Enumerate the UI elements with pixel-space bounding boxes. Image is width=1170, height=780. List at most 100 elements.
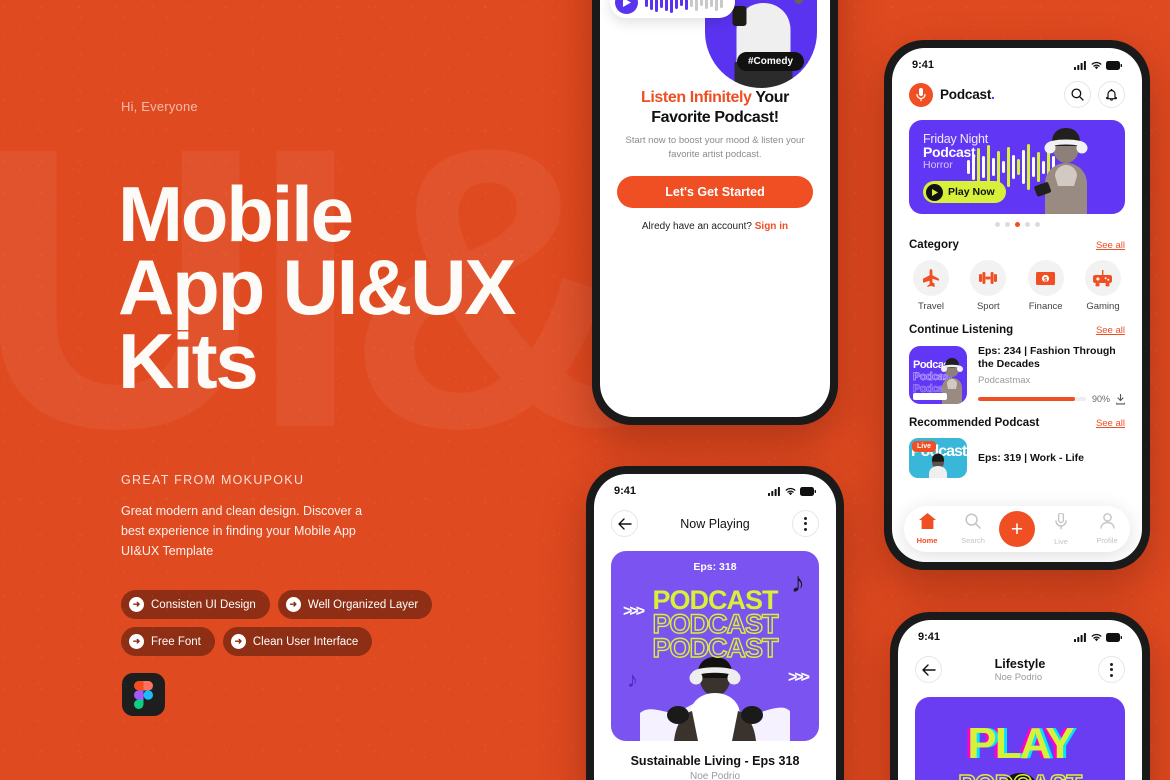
home-screen: 9:41 Podcast. Friday Night Podcast Horro… [892, 48, 1142, 562]
phone-detail: 9:41 Lifestyle Noe Podrio PLAY PODCAST [890, 612, 1150, 780]
artwork-word-outline: PODCAST [652, 632, 779, 663]
back-button[interactable] [611, 510, 638, 537]
tab-home[interactable]: Home [907, 513, 947, 545]
arrow-right-icon: ➜ [129, 597, 144, 612]
category-item-finance[interactable]: $ Finance [1024, 260, 1068, 312]
category-label: Travel [917, 301, 945, 312]
now-playing-title: Now Playing [680, 516, 750, 531]
detail-header-text: Lifestyle Noe Podrio [995, 657, 1046, 683]
person-illustration [1034, 128, 1088, 214]
arrow-right-icon: ➜ [129, 634, 144, 649]
episode-title: Sustainable Living - Eps 318 [630, 754, 800, 768]
more-options-button[interactable] [791, 510, 819, 537]
kicker-text: GREAT FROM MOKUPOKU [121, 473, 305, 487]
recommended-section-header: Recommended Podcast See all [892, 417, 1142, 429]
brand-name: Podcast. [940, 87, 995, 102]
back-button[interactable] [915, 656, 942, 683]
carousel-dot[interactable] [994, 222, 1000, 227]
status-time: 9:41 [614, 485, 637, 497]
play-now-button[interactable]: Play Now [923, 181, 1006, 203]
status-time: 9:41 [912, 59, 935, 71]
category-label: Sport [976, 301, 1000, 312]
bell-icon[interactable] [1098, 81, 1125, 108]
figma-icon[interactable] [122, 673, 165, 716]
sign-in-link[interactable]: Sign in [755, 221, 788, 232]
home-actions [1064, 81, 1125, 108]
feature-tag[interactable]: ➜ Free Font [121, 627, 215, 656]
home-header: Podcast. [892, 75, 1142, 108]
progress-row: 90% [978, 393, 1125, 405]
continue-item-info: Eps: 234 | Fashion Through the Decades P… [978, 345, 1125, 405]
continue-title: Continue Listening [909, 324, 1014, 336]
feature-tag[interactable]: ➜ Well Organized Layer [277, 590, 433, 619]
wifi-icon [1091, 61, 1102, 69]
category-item-sport[interactable]: Sport [966, 260, 1010, 312]
onboarding-screen: #Businness [600, 0, 830, 417]
tab-profile[interactable]: Profile [1087, 513, 1127, 545]
add-button[interactable]: + [999, 511, 1035, 547]
episode-number: Eps: 318 [693, 561, 737, 573]
recommended-item[interactable]: Live Podcast Eps: 319 | Work - Life [892, 437, 1142, 478]
tab-label: Profile [1096, 536, 1118, 545]
more-vertical-icon [1110, 662, 1113, 677]
category-title: Category [909, 239, 959, 251]
continue-section-header: Continue Listening See all [892, 324, 1142, 336]
feature-tag[interactable]: ➜ Clean User Interface [222, 627, 373, 656]
tab-label: Live [1054, 536, 1068, 546]
category-section-header: Category See all [892, 239, 1142, 251]
artwork-footer-bar [913, 392, 947, 400]
onboarding-title: Listen Infinitely Your Favorite Podcast! [617, 88, 813, 127]
get-started-button[interactable]: Let's Get Started [617, 175, 813, 208]
carousel-dot[interactable] [1024, 222, 1030, 227]
tab-live[interactable]: Live [1041, 511, 1081, 546]
recommended-see-all[interactable]: See all [1096, 418, 1125, 429]
waveform-player [645, 0, 723, 13]
continue-item-author: Podcastmax [978, 374, 1031, 386]
phone-onboarding: #Businness [592, 0, 838, 425]
download-icon[interactable] [1116, 393, 1125, 405]
onboarding-hero: #Businness [600, 0, 830, 88]
feature-tag-row: ➜ Free Font ➜ Clean User Interface [121, 627, 451, 656]
search-icon[interactable] [1064, 81, 1091, 108]
audio-player-pill[interactable] [610, 0, 735, 18]
person-icon [1099, 513, 1115, 529]
carousel-dot[interactable] [1004, 222, 1010, 227]
episode-author: Noe Podrio [689, 771, 741, 780]
arrow-right-icon: ➜ [285, 597, 301, 612]
tab-search[interactable]: Search [953, 513, 993, 545]
detail-artwork: PLAY PODCAST [915, 697, 1125, 780]
category-label: Gaming [1086, 301, 1120, 312]
banner-text: Friday Night Podcast Horror [923, 132, 988, 171]
play-icon[interactable] [615, 0, 638, 14]
play-now-label: Play Now [948, 186, 995, 198]
money-icon: $ [1027, 260, 1064, 296]
podcast-artwork: Live Podcast [909, 437, 967, 478]
status-bar: 9:41 [594, 474, 836, 501]
bottom-tab-bar: Home Search + Live Profile [904, 506, 1130, 552]
arrow-right-icon: ➜ [230, 634, 246, 649]
category-item-gaming[interactable]: Gaming [1081, 260, 1125, 312]
mic-icon [1055, 511, 1067, 529]
carousel-dot-active[interactable] [1014, 222, 1020, 227]
continue-see-all[interactable]: See all [1096, 325, 1125, 336]
category-item-travel[interactable]: Travel [909, 260, 953, 312]
feature-tag[interactable]: ➜ Consisten UI Design [121, 590, 270, 619]
now-playing-screen: 9:41 Now Playing Eps: 318 PODCAST PODCAS… [594, 474, 836, 780]
onboarding-footer: Alredy have an account? Sign in [617, 221, 813, 232]
status-icons [768, 486, 816, 496]
featured-banner[interactable]: Friday Night Podcast Horror Play Now [909, 120, 1125, 214]
artwork-word: PLAY [967, 719, 1074, 768]
detail-title: Lifestyle [994, 656, 1046, 671]
brand: Podcast. [909, 82, 995, 107]
onboarding-body: Listen Infinitely Your Favorite Podcast!… [600, 86, 830, 232]
banner-line-2: Podcast [923, 144, 976, 160]
more-options-button[interactable] [1098, 656, 1125, 683]
carousel-dot[interactable] [1034, 222, 1040, 227]
status-time: 9:41 [918, 631, 941, 643]
carousel-dots[interactable] [892, 222, 1142, 227]
category-list: Travel Sport $ Finance Gaming [892, 260, 1142, 312]
arrow-left-icon [921, 663, 936, 676]
greeting-text: Hi, Everyone [121, 99, 198, 114]
continue-listening-item[interactable]: Podcast Podcast Podcast Eps: 234 | Fashi… [892, 345, 1142, 405]
category-see-all[interactable]: See all [1096, 240, 1125, 251]
